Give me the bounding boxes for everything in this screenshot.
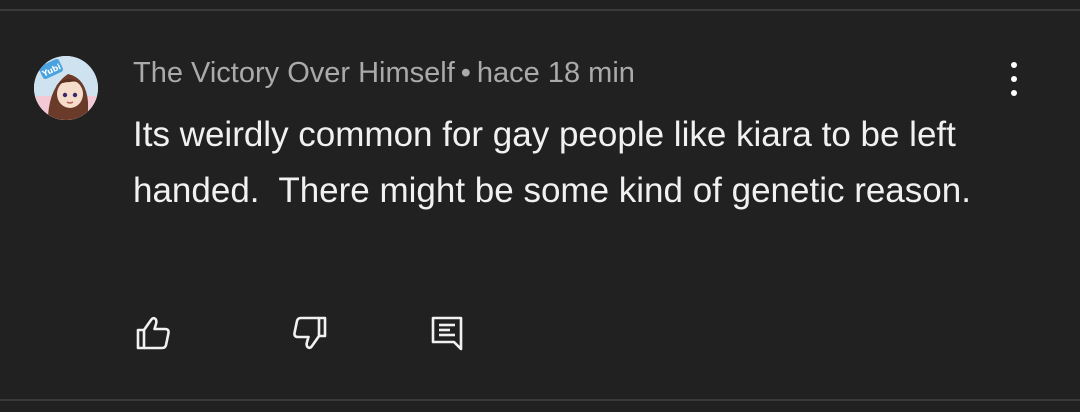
more-vertical-icon (1011, 62, 1017, 68)
more-vertical-icon-dot (1011, 76, 1017, 82)
like-button[interactable] (134, 313, 174, 353)
dislike-button[interactable] (289, 313, 329, 353)
author-name[interactable]: The Victory Over Himself (133, 57, 455, 89)
avatar[interactable]: Yubi (34, 56, 98, 120)
more-options-button[interactable] (996, 57, 1032, 101)
comment-text: Its weirdly common for gay people like k… (133, 115, 971, 210)
bottom-divider (0, 399, 1080, 401)
comment-card: Yubi The Victory Over Himself • hace 18 mi… (0, 11, 1080, 399)
reply-button[interactable] (428, 313, 468, 353)
avatar-image: Yubi (34, 56, 98, 120)
thumbs-down-icon (293, 316, 327, 350)
more-vertical-icon-dot (1011, 90, 1017, 96)
thumbs-up-icon (136, 316, 170, 350)
meta-separator: • (460, 57, 471, 89)
comment-header: The Victory Over Himself • hace 18 min (133, 57, 635, 90)
reply-comment-icon (431, 316, 463, 351)
comment-timestamp[interactable]: hace 18 min (477, 57, 635, 89)
